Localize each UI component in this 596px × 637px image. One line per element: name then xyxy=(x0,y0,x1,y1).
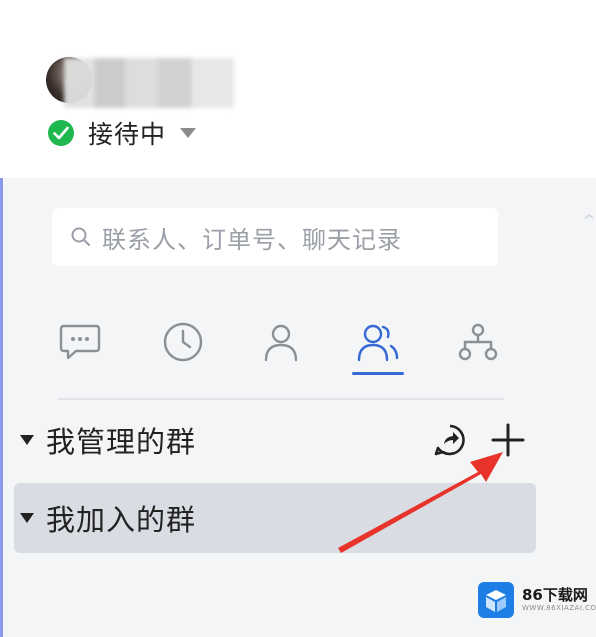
watermark-subtitle: WWW.86XIAZAI.COM xyxy=(522,604,596,612)
search-input[interactable]: 联系人、订单号、聊天记录 xyxy=(52,208,498,266)
status-text: 接待中 xyxy=(88,120,167,149)
share-button[interactable] xyxy=(430,420,470,460)
section-divider xyxy=(58,398,504,400)
share-icon xyxy=(434,424,465,456)
expand-triangle-icon[interactable] xyxy=(20,513,34,523)
watermark: 86下载网 WWW.86XIAZAI.COM xyxy=(478,580,596,620)
group-actions xyxy=(412,405,528,475)
status-online-icon xyxy=(48,120,74,146)
caret-down-icon[interactable] xyxy=(180,128,197,138)
tab-bar xyxy=(40,310,520,380)
tab-contacts[interactable] xyxy=(246,310,316,374)
watermark-logo-icon xyxy=(478,582,514,618)
blurred-username xyxy=(64,58,234,108)
active-tab-indicator xyxy=(352,372,404,375)
tab-recent[interactable] xyxy=(148,310,218,374)
group-section-joined[interactable]: 我加入的群 xyxy=(14,483,536,553)
tab-messages[interactable] xyxy=(45,310,115,374)
group-section-label: 我管理的群 xyxy=(46,425,197,459)
watermark-title: 86下载网 xyxy=(522,586,588,604)
tab-organization[interactable] xyxy=(443,310,513,374)
scrollbar-hint-icon xyxy=(584,214,594,219)
search-icon xyxy=(70,226,92,248)
group-icon xyxy=(357,324,399,362)
chat-bubble-icon xyxy=(59,324,101,360)
expand-triangle-icon[interactable] xyxy=(20,435,34,445)
person-icon xyxy=(264,324,298,362)
add-group-button[interactable] xyxy=(488,420,528,460)
clock-icon xyxy=(163,322,203,362)
search-placeholder: 联系人、订单号、聊天记录 xyxy=(102,225,402,254)
status-selector[interactable]: 接待中 xyxy=(48,118,197,149)
org-chart-icon xyxy=(458,323,498,361)
group-section-label: 我加入的群 xyxy=(46,503,197,537)
group-section-managed[interactable]: 我管理的群 xyxy=(14,405,536,475)
plus-icon xyxy=(491,423,525,457)
profile-header: 接待中 xyxy=(0,0,596,178)
tab-groups[interactable] xyxy=(343,310,413,374)
